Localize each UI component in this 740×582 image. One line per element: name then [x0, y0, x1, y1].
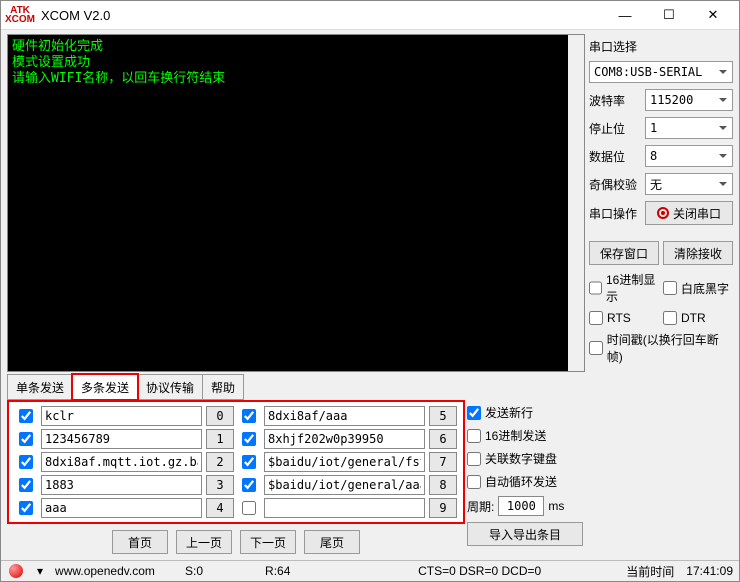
record-icon [657, 207, 669, 219]
row-send-button[interactable]: 5 [429, 406, 457, 426]
terminal-line: 模式设置成功 [12, 55, 580, 71]
status-time-label: 当前时间 [620, 563, 680, 580]
terminal-output[interactable]: 硬件初始化完成模式设置成功请输入WIFI名称，以回车换行符结束 [7, 34, 585, 372]
tab-bar: 单条发送多条发送协议传输帮助 [7, 374, 585, 400]
tab-help[interactable]: 帮助 [202, 374, 244, 400]
timestamp-checkbox[interactable]: 时间戳(以换行回车断帧) [589, 331, 733, 365]
app-logo: ATK XCOM [5, 6, 35, 24]
row-input[interactable] [264, 406, 425, 426]
row-input[interactable] [41, 452, 202, 472]
parity-label: 奇偶校验 [589, 176, 641, 193]
dtr-checkbox[interactable]: DTR [663, 311, 733, 325]
row-send-button[interactable]: 8 [429, 475, 457, 495]
tab-protocol[interactable]: 协议传输 [137, 374, 203, 400]
row-input[interactable] [264, 452, 425, 472]
status-orb-icon [9, 564, 23, 578]
rts-checkbox[interactable]: RTS [589, 311, 659, 325]
save-window-button[interactable]: 保存窗口 [589, 241, 659, 265]
close-button[interactable]: ✕ [691, 1, 735, 29]
portop-label: 串口操作 [589, 205, 641, 222]
row-input[interactable] [264, 429, 425, 449]
period-input[interactable] [498, 496, 544, 516]
parity-select[interactable]: 无 [645, 173, 733, 195]
import-export-button[interactable]: 导入导出条目 [467, 522, 583, 546]
auto-loop-checkbox[interactable]: 自动循环发送 [467, 473, 583, 490]
baud-label: 波特率 [589, 92, 641, 109]
row-input[interactable] [264, 475, 425, 495]
row-checkbox[interactable] [242, 455, 256, 469]
row-send-button[interactable]: 2 [206, 452, 234, 472]
port-select[interactable]: COM8:USB-SERIAL [589, 61, 733, 83]
row-input[interactable] [264, 498, 425, 518]
row-checkbox[interactable] [242, 432, 256, 446]
stopbits-select[interactable]: 1 [645, 117, 733, 139]
stopbits-label: 停止位 [589, 120, 641, 137]
status-time-value: 17:41:09 [680, 564, 739, 578]
row-send-button[interactable]: 3 [206, 475, 234, 495]
page-prev-button[interactable]: 上一页 [176, 530, 232, 554]
pager-row: 首页 上一页 下一页 尾页 [7, 524, 465, 560]
send-newline-checkbox[interactable]: 发送新行 [467, 404, 583, 421]
databits-label: 数据位 [589, 148, 641, 165]
row-send-button[interactable]: 9 [429, 498, 457, 518]
maximize-button[interactable]: ☐ [647, 1, 691, 29]
white-bg-checkbox[interactable]: 白底黑字 [663, 280, 733, 297]
row-checkbox[interactable] [19, 455, 33, 469]
page-next-button[interactable]: 下一页 [240, 530, 296, 554]
row-send-button[interactable]: 0 [206, 406, 234, 426]
multi-send-panel: 0 5 1 6 2 7 3 8 4 9 [7, 400, 465, 524]
row-checkbox[interactable] [242, 478, 256, 492]
hex-display-checkbox[interactable]: 16进制显示 [589, 271, 659, 305]
port-label: 串口选择 [589, 38, 733, 55]
status-bar: ▾ www.openedv.com S:0 R:64 CTS=0 DSR=0 D… [1, 560, 739, 581]
row-checkbox[interactable] [242, 409, 256, 423]
databits-select[interactable]: 8 [645, 145, 733, 167]
row-input[interactable] [41, 475, 202, 495]
page-first-button[interactable]: 首页 [112, 530, 168, 554]
status-url[interactable]: www.openedv.com [49, 564, 179, 578]
terminal-line: 请输入WIFI名称，以回车换行符结束 [12, 71, 580, 87]
page-last-button[interactable]: 尾页 [304, 530, 360, 554]
clear-recv-button[interactable]: 清除接收 [663, 241, 733, 265]
status-dropdown-icon[interactable]: ▾ [31, 564, 49, 578]
tab-single-send[interactable]: 单条发送 [7, 374, 73, 400]
status-signals: CTS=0 DSR=0 DCD=0 [339, 564, 620, 578]
row-input[interactable] [41, 429, 202, 449]
status-recv: R:64 [259, 564, 339, 578]
numpad-checkbox[interactable]: 关联数字键盘 [467, 450, 583, 467]
terminal-scrollbar[interactable] [568, 35, 584, 371]
tab-multi-send[interactable]: 多条发送 [72, 374, 138, 400]
row-send-button[interactable]: 7 [429, 452, 457, 472]
period-label: 周期: [467, 498, 494, 515]
row-send-button[interactable]: 4 [206, 498, 234, 518]
row-input[interactable] [41, 406, 202, 426]
row-send-button[interactable]: 6 [429, 429, 457, 449]
row-checkbox[interactable] [19, 478, 33, 492]
row-checkbox[interactable] [19, 501, 33, 515]
row-checkbox[interactable] [242, 501, 256, 515]
row-send-button[interactable]: 1 [206, 429, 234, 449]
hex-send-checkbox[interactable]: 16进制发送 [467, 427, 583, 444]
row-checkbox[interactable] [19, 432, 33, 446]
row-checkbox[interactable] [19, 409, 33, 423]
port-toggle-button[interactable]: 关闭串口 [645, 201, 733, 225]
minimize-button[interactable]: — [603, 1, 647, 29]
terminal-line: 硬件初始化完成 [12, 39, 580, 55]
window-title: XCOM V2.0 [41, 8, 603, 23]
baud-select[interactable]: 115200 [645, 89, 733, 111]
status-sent: S:0 [179, 564, 259, 578]
row-input[interactable] [41, 498, 202, 518]
period-unit: ms [548, 499, 564, 513]
